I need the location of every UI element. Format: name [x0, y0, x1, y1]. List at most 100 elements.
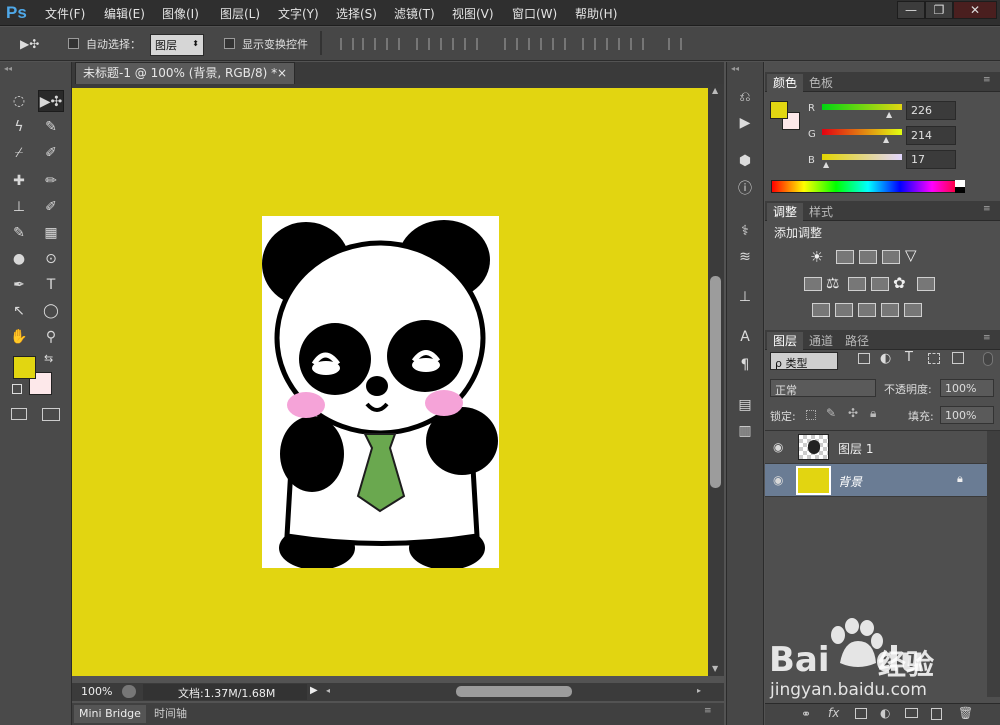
crop-tool-icon[interactable]: ⌿ [6, 142, 32, 164]
link-layers-icon[interactable]: ⚭ [801, 707, 811, 721]
fill-field[interactable]: 100% [940, 406, 994, 424]
menu-filter[interactable]: 滤镜(T) [394, 5, 435, 22]
filter-adjustment-icon[interactable]: ◐ [880, 351, 891, 366]
canvas[interactable] [72, 88, 708, 676]
swap-colors-icon[interactable]: ⇆ [44, 352, 53, 365]
layer-row-background[interactable]: ◉ 背景 🔒︎ [765, 464, 987, 497]
panel-menu-icon[interactable]: ≡ [983, 333, 991, 343]
align-left-icon[interactable] [416, 38, 430, 50]
levels-icon[interactable] [836, 250, 854, 264]
tab-mini-bridge[interactable]: Mini Bridge [74, 705, 146, 723]
foreground-color-swatch[interactable] [13, 356, 36, 379]
auto-align-icon[interactable] [668, 38, 682, 50]
align-vcenter-icon[interactable] [362, 38, 376, 50]
screen-mode-icon[interactable] [42, 408, 60, 421]
brush-tool-icon[interactable]: ✏ [38, 170, 64, 192]
menu-edit[interactable]: 编辑(E) [104, 5, 145, 22]
opacity-field[interactable]: 100% [940, 379, 994, 397]
hue-saturation-icon[interactable] [804, 277, 822, 291]
distribute-right-icon[interactable] [630, 38, 644, 50]
path-select-tool-icon[interactable]: ↖ [6, 300, 32, 322]
lock-all-icon[interactable]: 🔒︎ [870, 406, 876, 421]
lock-pixels-icon[interactable]: ✎ [826, 406, 836, 420]
tab-styles[interactable]: 样式 [803, 203, 839, 221]
auto-select-dropdown[interactable]: 图层 ⬍ [150, 34, 204, 56]
channel-r-thumb-icon[interactable]: ▲ [886, 110, 892, 119]
channel-g-slider[interactable] [822, 129, 902, 135]
filter-shape-icon[interactable] [928, 353, 940, 364]
distribute-vcenter-icon[interactable] [528, 38, 542, 50]
menu-help[interactable]: 帮助(H) [575, 5, 617, 22]
invert-icon[interactable] [812, 303, 830, 317]
menu-type[interactable]: 文字(Y) [278, 5, 319, 22]
brightness-icon[interactable]: ☀ [810, 248, 823, 266]
shape-tool-icon[interactable]: ◯ [38, 300, 64, 322]
zoom-tool-icon[interactable]: ⚲ [38, 326, 64, 348]
layer-comps-icon[interactable]: ▤ [734, 396, 756, 414]
channel-b-value[interactable]: 17 [906, 150, 956, 169]
expand-arrows-icon[interactable]: ◂◂ [731, 64, 739, 73]
healing-brush-icon[interactable]: ✚ [6, 170, 32, 192]
align-hcenter-icon[interactable] [440, 38, 454, 50]
restore-button[interactable]: ❐ [925, 1, 953, 19]
marquee-tool-icon[interactable]: ◌ [6, 90, 32, 112]
channel-mixer-icon[interactable]: ✿ [893, 274, 906, 292]
exposure-icon[interactable] [882, 250, 900, 264]
eyedropper-tool-icon[interactable]: ✐ [38, 142, 64, 164]
menu-window[interactable]: 窗口(W) [512, 5, 557, 22]
brush-presets-icon[interactable]: ⚕ [734, 222, 756, 240]
add-mask-icon[interactable] [855, 708, 867, 719]
selective-color-icon[interactable] [881, 303, 899, 317]
white-swatch[interactable] [955, 180, 965, 187]
black-white-icon[interactable] [848, 277, 866, 291]
minimize-button[interactable]: — [897, 1, 925, 19]
color-panel-foreground-swatch[interactable] [770, 101, 788, 119]
menu-image[interactable]: 图像(I) [162, 5, 199, 22]
distribute-hcenter-icon[interactable] [606, 38, 620, 50]
channel-b-slider[interactable] [822, 154, 902, 160]
hand-tool-icon[interactable]: ✋ [6, 326, 32, 348]
scroll-up-icon[interactable]: ▲ [712, 86, 718, 95]
visibility-eye-icon[interactable]: ◉ [773, 473, 783, 487]
tab-paths[interactable]: 路径 [839, 332, 875, 350]
distribute-top-icon[interactable] [504, 38, 518, 50]
notes-icon[interactable]: ▥ [734, 422, 756, 440]
default-colors-icon[interactable] [12, 384, 22, 394]
lock-position-icon[interactable]: ✣ [848, 406, 858, 420]
channel-g-thumb-icon[interactable]: ▲ [883, 135, 889, 144]
blur-tool-icon[interactable]: ● [6, 248, 32, 270]
auto-select-checkbox[interactable] [68, 38, 79, 49]
layer-row-layer1[interactable]: ◉ 图层 1 [765, 431, 987, 464]
vibrance-icon[interactable]: ▽ [905, 246, 917, 264]
filter-pixel-icon[interactable] [858, 353, 870, 364]
zoom-level[interactable]: 100% [81, 685, 112, 698]
align-bottom-icon[interactable] [386, 38, 400, 50]
new-group-icon[interactable] [905, 708, 918, 718]
color-balance-icon[interactable]: ⚖ [826, 274, 839, 292]
channel-g-value[interactable]: 214 [906, 126, 956, 145]
channel-b-thumb-icon[interactable]: ▲ [823, 160, 829, 169]
menu-view[interactable]: 视图(V) [452, 5, 494, 22]
curves-icon[interactable] [859, 250, 877, 264]
scroll-right-icon[interactable]: ▸ [697, 686, 701, 695]
background-layer-name[interactable]: 背景 [838, 473, 862, 490]
new-adjustment-icon[interactable]: ◐ [880, 706, 890, 720]
filter-smart-object-icon[interactable] [952, 352, 964, 364]
photo-filter-icon[interactable] [871, 277, 889, 291]
filter-type-icon[interactable]: T [905, 350, 913, 365]
threshold-icon[interactable] [858, 303, 876, 317]
distribute-left-icon[interactable] [582, 38, 596, 50]
move-tool-preset-icon[interactable]: ▶✣ [20, 37, 39, 51]
quick-mask-icon[interactable] [11, 408, 27, 420]
status-menu-arrow-icon[interactable]: ▶ [310, 685, 318, 696]
info-icon[interactable]: ⓘ [734, 180, 756, 198]
delete-layer-icon[interactable]: 🗑︎ [958, 706, 973, 720]
move-tool-icon[interactable]: ▶✣ [38, 90, 64, 112]
gradient-tool-icon[interactable]: ▦ [38, 222, 64, 244]
tab-swatches[interactable]: 色板 [803, 74, 839, 92]
close-window-button[interactable]: ✕ [953, 1, 997, 19]
brush-icon[interactable]: ≋ [734, 248, 756, 266]
color-spectrum-bar[interactable] [771, 180, 965, 193]
filter-toggle[interactable] [983, 352, 993, 366]
dodge-tool-icon[interactable]: ⊙ [38, 248, 64, 270]
